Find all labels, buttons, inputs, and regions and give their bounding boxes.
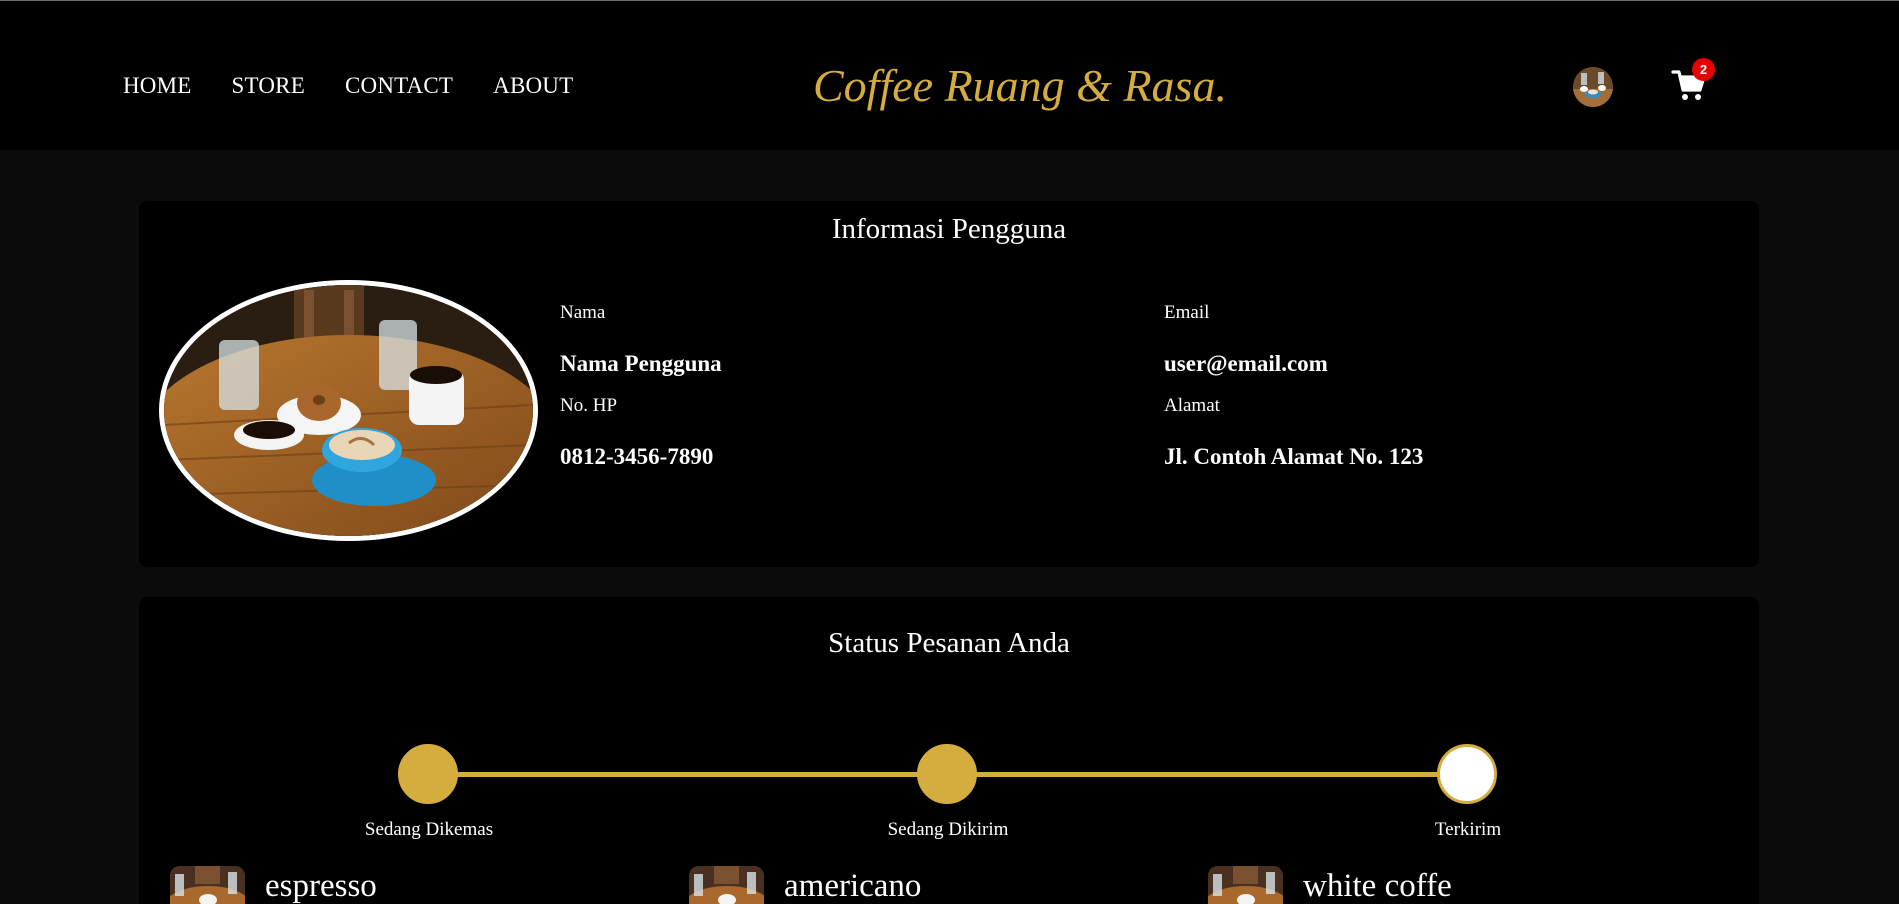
step-packing-label: Sedang Dikemas — [364, 819, 494, 840]
page: HOME STORE CONTACT ABOUT Coffee Ruang & … — [0, 0, 1899, 904]
step-shipping-circle — [917, 744, 977, 804]
address-value: Jl. Contoh Alamat No. 123 — [1164, 444, 1424, 469]
email-value: user@email.com — [1164, 351, 1328, 376]
profile-photo — [159, 280, 538, 541]
order-item-name: espresso — [265, 868, 377, 904]
user-info-title: Informasi Pengguna — [831, 213, 1067, 245]
main-nav: HOME STORE CONTACT ABOUT — [123, 73, 613, 99]
user-info-card: Informasi Pengguna Nama Nama Pengguna No… — [139, 201, 1759, 567]
name-label: Nama — [560, 302, 606, 323]
order-item-name: americano — [784, 868, 922, 904]
phone-value: 0812-3456-7890 — [560, 444, 714, 469]
order-status-title: Status Pesanan Anda — [828, 627, 1070, 659]
step-delivered-circle — [1437, 744, 1497, 804]
user-avatar[interactable] — [1573, 67, 1613, 107]
order-item[interactable]: espresso — [170, 866, 590, 904]
nav-store-link[interactable]: STORE — [232, 73, 305, 99]
order-item-thumbnail — [170, 866, 245, 904]
step-shipping-label: Sedang Dikirim — [887, 819, 1009, 840]
order-status-card: Status Pesanan Anda Sedang Dikemas Sedan… — [139, 597, 1759, 904]
coffee-table-image — [164, 285, 533, 536]
email-label: Email — [1164, 302, 1210, 323]
phone-label: No. HP — [560, 395, 618, 416]
order-item-name: white coffe — [1303, 868, 1452, 904]
navbar: HOME STORE CONTACT ABOUT Coffee Ruang & … — [0, 1, 1899, 150]
order-item[interactable]: white coffe — [1208, 866, 1628, 904]
avatar-image — [1573, 67, 1613, 107]
brand-logo-text[interactable]: Coffee Ruang & Rasa. — [813, 59, 1227, 112]
order-item-thumbnail — [689, 866, 764, 904]
name-value: Nama Pengguna — [560, 351, 722, 376]
step-packing-circle — [398, 744, 458, 804]
nav-home-link[interactable]: HOME — [123, 73, 192, 99]
address-label: Alamat — [1164, 395, 1220, 416]
cart-count-badge: 2 — [1692, 58, 1715, 81]
nav-about-link[interactable]: ABOUT — [493, 73, 573, 99]
nav-contact-link[interactable]: CONTACT — [345, 73, 453, 99]
order-item[interactable]: americano — [689, 866, 1109, 904]
order-item-thumbnail — [1208, 866, 1283, 904]
step-delivered-label: Terkirim — [1434, 819, 1502, 840]
